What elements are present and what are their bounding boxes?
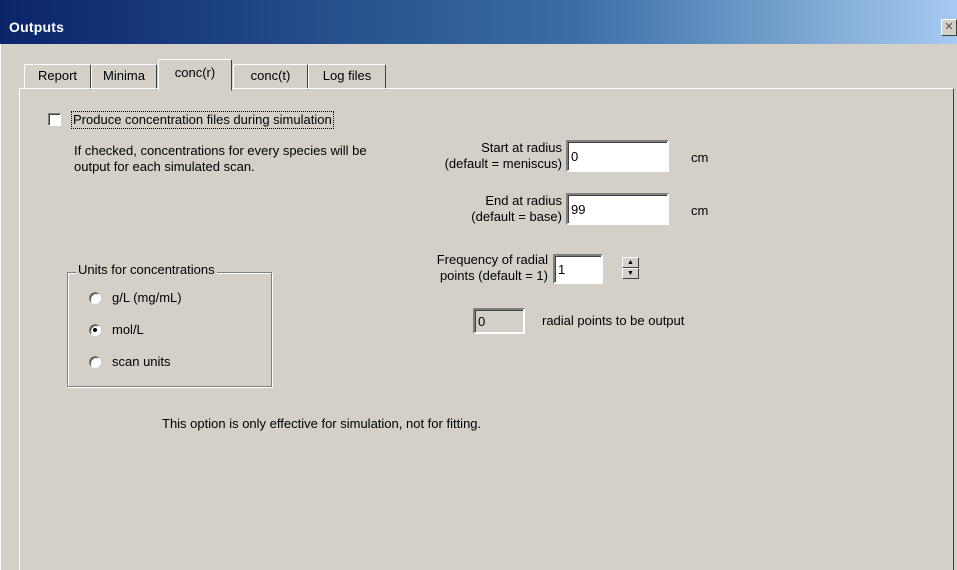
tab-conc-r[interactable]: conc(r): [158, 59, 232, 91]
close-button[interactable]: ✕: [941, 19, 957, 36]
title-bar: Outputs ✕: [0, 0, 957, 44]
tab-page-conc-r: [19, 88, 954, 570]
tab-log-files[interactable]: Log files: [308, 64, 386, 90]
tab-minima[interactable]: Minima: [91, 64, 157, 90]
window-frame: [0, 44, 9, 570]
tab-conc-t[interactable]: conc(t): [233, 64, 308, 90]
tab-report[interactable]: Report: [24, 64, 91, 90]
window-title: Outputs: [9, 19, 65, 35]
